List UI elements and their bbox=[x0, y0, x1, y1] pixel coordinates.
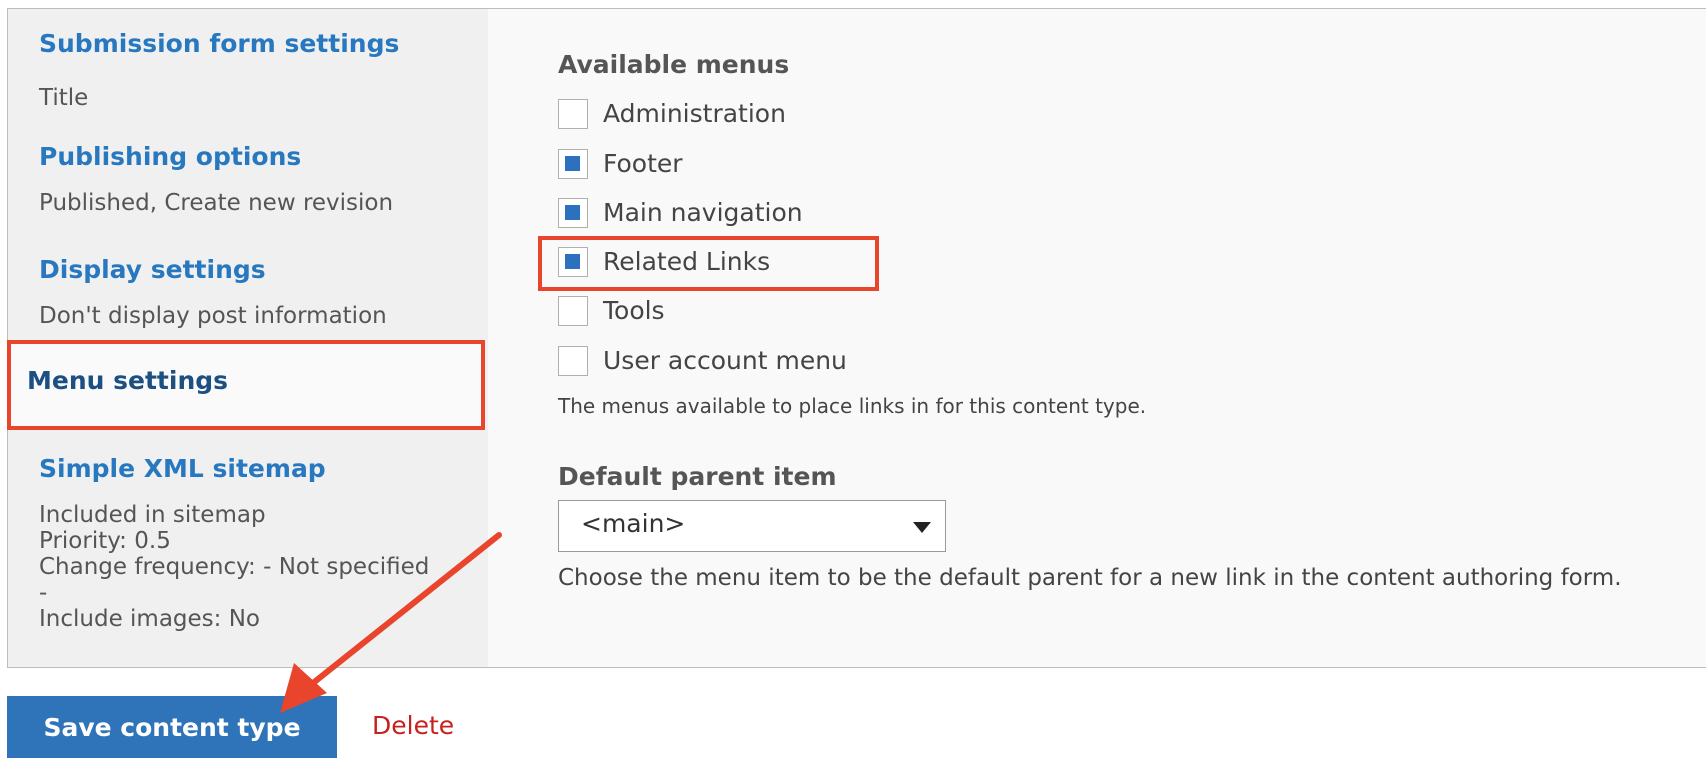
vertical-tab-title[interactable]: Menu settings bbox=[27, 366, 228, 395]
default-parent-label: Default parent item bbox=[558, 462, 837, 491]
checkbox[interactable] bbox=[558, 99, 588, 129]
vertical-tab-summary-line: - bbox=[39, 580, 48, 606]
vertical-tab-summary: Title bbox=[39, 85, 89, 111]
vertical-tab-summary-line: Priority: 0.5 bbox=[39, 528, 171, 554]
checkbox-label[interactable]: Footer bbox=[603, 149, 683, 179]
related-links-highlight bbox=[538, 236, 879, 291]
delete-link[interactable]: Delete bbox=[372, 711, 454, 740]
vertical-tab-summary: Published, Create new revision bbox=[39, 190, 394, 216]
checkbox-label[interactable]: Tools bbox=[603, 296, 665, 326]
checkbox[interactable] bbox=[558, 346, 588, 376]
default-parent-select[interactable]: <main> bbox=[558, 500, 946, 552]
vertical-tabs-menu: Submission form settings Title Publishin… bbox=[8, 9, 488, 667]
checkbox-label[interactable]: User account menu bbox=[603, 346, 847, 376]
available-menus-label: Available menus bbox=[558, 50, 790, 79]
chevron-down-icon bbox=[913, 522, 931, 533]
vertical-tab-summary-line: Change frequency: - Not specified bbox=[39, 554, 430, 580]
vertical-tab-summary-line: Included in sitemap bbox=[39, 502, 266, 528]
save-content-type-button[interactable]: Save content type bbox=[7, 696, 337, 758]
vertical-tab-menu-settings[interactable]: Menu settings bbox=[7, 340, 485, 430]
vertical-tab-title[interactable]: Display settings bbox=[39, 255, 266, 284]
vertical-tab-summary: Don't display post information bbox=[39, 303, 387, 329]
vertical-tab-summary-line: Include images: No bbox=[39, 606, 260, 632]
vertical-tab-title[interactable]: Publishing options bbox=[39, 142, 301, 171]
vertical-tab-title[interactable]: Simple XML sitemap bbox=[39, 454, 326, 483]
checkbox[interactable] bbox=[558, 149, 588, 179]
default-parent-description: Choose the menu item to be the default p… bbox=[558, 565, 1622, 591]
checkbox-label[interactable]: Administration bbox=[603, 99, 786, 129]
vertical-tab-title[interactable]: Submission form settings bbox=[39, 29, 399, 58]
default-parent-selected-value: <main> bbox=[581, 509, 686, 538]
available-menus-description: The menus available to place links in fo… bbox=[558, 394, 1147, 418]
checkbox[interactable] bbox=[558, 296, 588, 326]
checkbox[interactable] bbox=[558, 198, 588, 228]
checkbox-label[interactable]: Main navigation bbox=[603, 198, 803, 228]
